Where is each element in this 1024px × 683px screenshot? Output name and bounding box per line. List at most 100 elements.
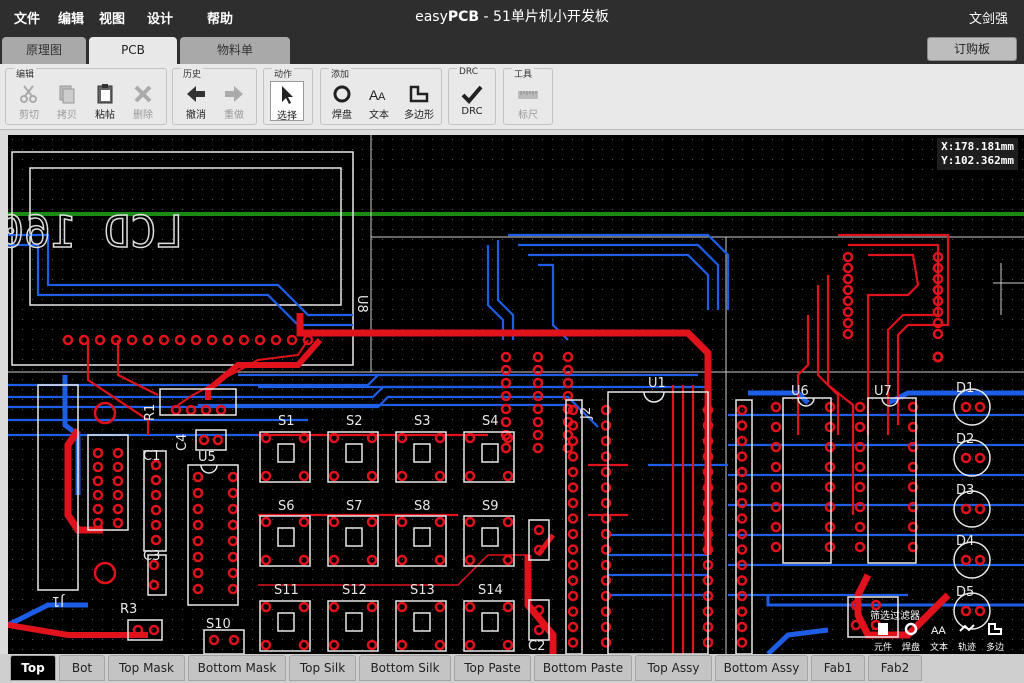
- s2-label: S2: [346, 414, 363, 429]
- s6-label: S6: [278, 499, 295, 514]
- arrow-left-icon: [187, 86, 205, 102]
- app-title-prefix: easy: [415, 9, 448, 25]
- u1-label: U1: [648, 376, 666, 391]
- add-pad-button[interactable]: 焊盘: [325, 81, 359, 121]
- s8-label: S8: [414, 499, 431, 514]
- u7-label: U7: [874, 384, 892, 399]
- copy-button[interactable]: 拷贝: [50, 81, 84, 121]
- polygon-icon: [988, 623, 1002, 635]
- add-text-label: 文本: [369, 110, 389, 121]
- toolbar-group-history: 历史 撤消 重做: [172, 67, 257, 125]
- pcb-canvas[interactable]: LCD 1602 U8 U1 U5 U6 U7 R1 R3 C1 C3 C4 C…: [8, 135, 1024, 654]
- app-title-project: - 51单片机小开发板: [479, 9, 609, 25]
- menu-edit[interactable]: 编辑: [58, 8, 84, 27]
- easypcb-app: 文件 编辑 视图 设计 帮助 easyPCB - 51单片机小开发板 文剑强 原…: [0, 0, 1024, 683]
- filter-text[interactable]: AA 文本: [926, 621, 952, 653]
- layer-tab-top-assy[interactable]: Top Assy: [635, 655, 712, 681]
- ruler-button[interactable]: 标尺: [511, 81, 545, 121]
- pad-icon: [904, 622, 918, 636]
- layer-tab-bottom-assy[interactable]: Bottom Assy: [715, 655, 808, 681]
- menu-file[interactable]: 文件: [14, 8, 40, 27]
- filter-title: 筛选过滤器: [870, 611, 920, 622]
- s12-label: S12: [342, 583, 367, 598]
- toolbar-group-edit-label: 编辑: [14, 67, 37, 80]
- add-polygon-button[interactable]: 多边形: [399, 81, 439, 121]
- tab-bom[interactable]: 物料单: [180, 37, 290, 64]
- filter-text-label: 文本: [929, 643, 948, 653]
- track-icon: [959, 624, 975, 632]
- menu-view[interactable]: 视图: [99, 8, 125, 27]
- c4-label: C4: [175, 434, 190, 451]
- toolbar-group-add: 添加 焊盘 AA 文本 多边形: [320, 67, 442, 125]
- c2-label: C2: [528, 639, 545, 654]
- canvas-frame: LCD 1602 U8 U1 U5 U6 U7 R1 R3 C1 C3 C4 C…: [0, 130, 1024, 654]
- u5-label: U5: [198, 450, 216, 465]
- text-aa-icon: AA: [369, 87, 386, 103]
- toolbar-group-action: 动作 选择: [263, 67, 313, 125]
- layer-tab-fab1[interactable]: Fab1: [811, 655, 865, 681]
- add-pad-label: 焊盘: [332, 110, 352, 121]
- layer-tab-top-silk[interactable]: Top Silk: [289, 655, 356, 681]
- r3-label: R3: [120, 602, 137, 617]
- layer-tab-bottom-silk[interactable]: Bottom Silk: [359, 655, 451, 681]
- add-text-button[interactable]: AA 文本: [362, 81, 396, 121]
- toolbar-group-history-label: 历史: [181, 67, 204, 80]
- component-icon: [878, 623, 888, 635]
- cursor-arrow-icon: [282, 86, 293, 104]
- s14-label: S14: [478, 583, 503, 598]
- menu-help[interactable]: 帮助: [207, 8, 233, 27]
- toolbar: 编辑 剪切 拷贝 粘帖 删除 历史 撤消 重做 动作 选择 添加 焊盘 A A …: [0, 64, 1024, 130]
- paste-button[interactable]: 粘帖: [88, 81, 122, 121]
- delete-button[interactable]: 删除: [126, 81, 160, 121]
- select-label: 选择: [277, 111, 297, 122]
- ruler-label: 标尺: [518, 110, 538, 121]
- s4-label: S4: [482, 414, 499, 429]
- u8-label: U8: [354, 295, 369, 313]
- toolbar-group-tools: 工具 标尺: [503, 67, 553, 125]
- svg-text:A: A: [378, 91, 386, 103]
- app-title-brand: PCB: [447, 9, 480, 25]
- redo-button[interactable]: 重做: [217, 81, 251, 121]
- layer-tab-top-paste[interactable]: Top Paste: [454, 655, 531, 681]
- filter-component[interactable]: 元件: [870, 621, 896, 653]
- layer-tab-bar: Top Bot Top Mask Bottom Mask Top Silk Bo…: [0, 654, 1024, 683]
- add-polygon-label: 多边形: [404, 110, 434, 121]
- s9-label: S9: [482, 499, 499, 514]
- layer-tab-bot[interactable]: Bot: [59, 655, 105, 681]
- filter-track[interactable]: 轨迹: [954, 621, 980, 653]
- c3-label: C3: [143, 549, 160, 564]
- toolbar-group-drc-label: DRC: [457, 67, 481, 77]
- pcb-drawing: LCD 1602 U8 U1 U5 U6 U7 R1 R3 C1 C3 C4 C…: [8, 135, 1024, 654]
- copy-icon: [59, 85, 75, 104]
- filter-panel: 筛选过滤器 元件 焊盘 AA 文本 轨迹 多边: [870, 607, 1020, 653]
- checkmark-icon: [461, 85, 483, 104]
- layer-tab-top[interactable]: Top: [10, 655, 56, 681]
- layer-tab-fab2[interactable]: Fab2: [868, 655, 922, 681]
- tab-pcb[interactable]: PCB: [89, 37, 177, 64]
- undo-button[interactable]: 撤消: [179, 81, 213, 121]
- layer-tab-bottom-mask[interactable]: Bottom Mask: [188, 655, 286, 681]
- filter-polygon-label: 多边: [985, 643, 1004, 653]
- layer-tab-top-mask[interactable]: Top Mask: [108, 655, 185, 681]
- tab-schematic[interactable]: 原理图: [2, 37, 86, 64]
- menu-design[interactable]: 设计: [147, 8, 173, 27]
- coord-y: Y:102.362mm: [941, 154, 1014, 167]
- s3-label: S3: [414, 414, 431, 429]
- coordinate-readout: X:178.181mm Y:102.362mm: [937, 138, 1018, 170]
- drc-button[interactable]: DRC: [455, 81, 489, 121]
- s10-label: S10: [206, 617, 231, 632]
- select-button[interactable]: 选择: [270, 81, 304, 122]
- layer-tab-bottom-paste[interactable]: Bottom Paste: [534, 655, 632, 681]
- menu-bar: 文件 编辑 视图 设计 帮助 easyPCB - 51单片机小开发板 文剑强: [0, 0, 1024, 34]
- filter-polygon[interactable]: 多边: [982, 621, 1008, 653]
- toolbar-group-drc: DRC DRC: [448, 67, 496, 125]
- filter-pad[interactable]: 焊盘: [898, 621, 924, 653]
- c1-label: C1: [143, 449, 160, 464]
- order-board-button[interactable]: 订购板: [927, 37, 1017, 61]
- user-name[interactable]: 文剑强: [969, 8, 1008, 27]
- arrow-right-icon: [225, 86, 243, 102]
- delete-label: 删除: [133, 110, 153, 121]
- cut-button[interactable]: 剪切: [12, 81, 46, 121]
- document-tab-bar: 原理图 PCB 物料单 订购板: [0, 34, 1024, 64]
- u6-label: U6: [791, 384, 809, 399]
